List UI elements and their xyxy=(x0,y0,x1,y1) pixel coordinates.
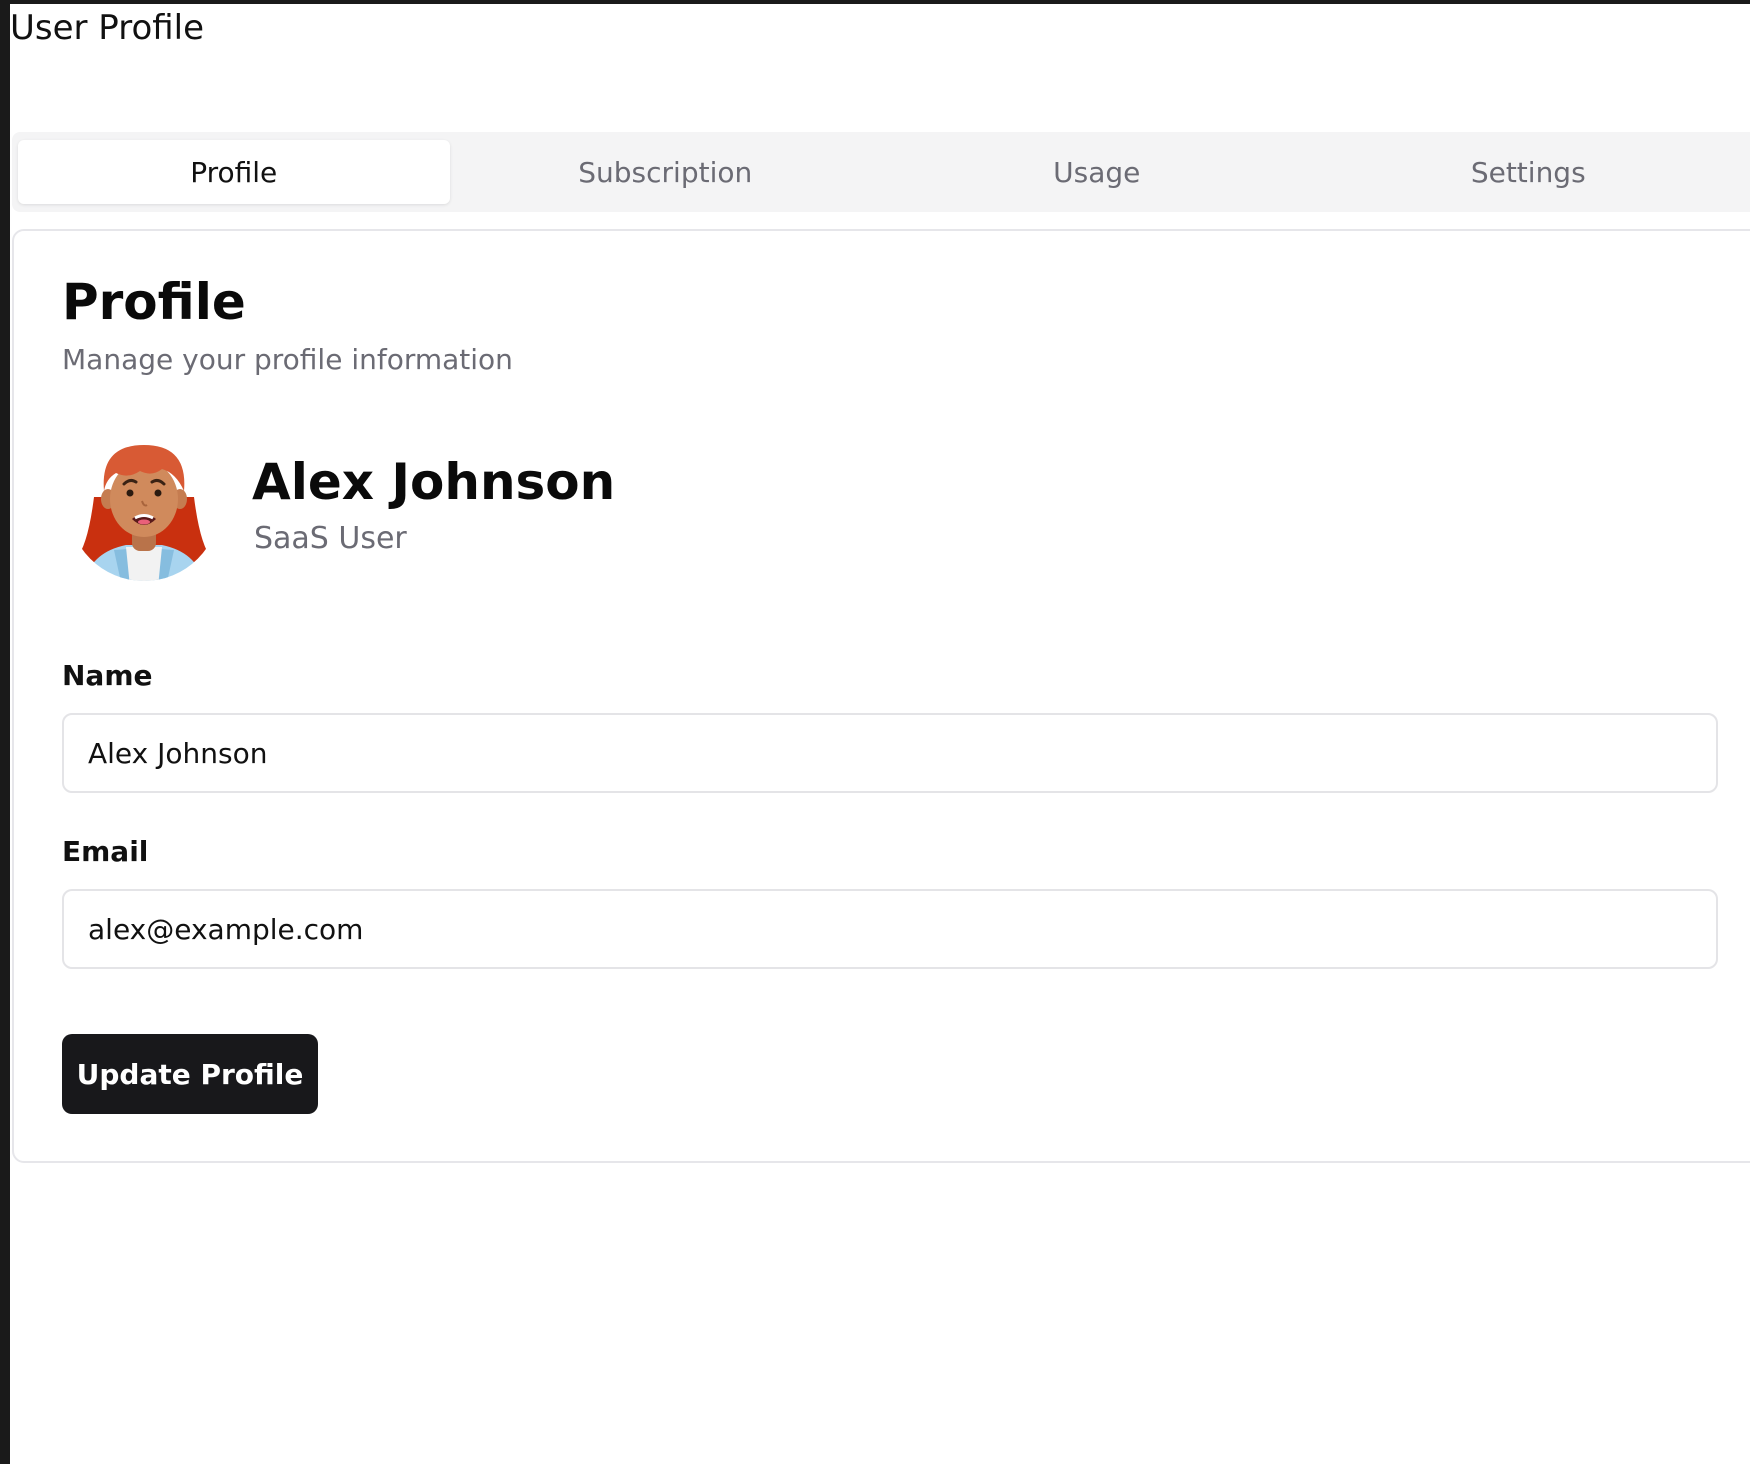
window-frame-top xyxy=(0,0,1750,4)
tab-subscription[interactable]: Subscription xyxy=(450,140,882,204)
name-label: Name xyxy=(62,659,153,692)
tab-profile[interactable]: Profile xyxy=(18,140,450,204)
avatar xyxy=(66,427,222,583)
tab-bar: Profile Subscription Usage Settings xyxy=(12,132,1750,212)
user-display-name: Alex Johnson xyxy=(252,453,616,511)
profile-card: Profile Manage your profile information xyxy=(12,229,1750,1163)
document-title: User Profile xyxy=(10,8,205,48)
window-frame-left xyxy=(0,0,10,1464)
name-field[interactable] xyxy=(62,713,1718,793)
tab-settings[interactable]: Settings xyxy=(1313,140,1745,204)
card-subtitle: Manage your profile information xyxy=(62,343,513,376)
user-avatar-icon xyxy=(68,429,220,581)
tab-usage[interactable]: Usage xyxy=(881,140,1313,204)
email-field[interactable] xyxy=(62,889,1718,969)
update-profile-button[interactable]: Update Profile xyxy=(62,1034,318,1114)
email-label: Email xyxy=(62,835,149,868)
user-role: SaaS User xyxy=(254,521,407,556)
card-title: Profile xyxy=(62,273,246,331)
